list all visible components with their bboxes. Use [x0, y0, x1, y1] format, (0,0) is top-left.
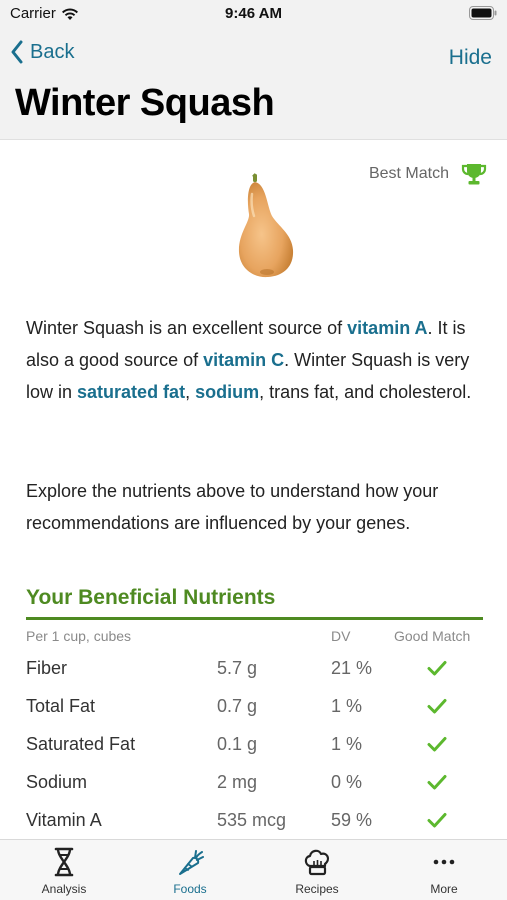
status-bar: Carrier 9:46 AM — [0, 0, 507, 30]
desc-text-1: Winter Squash is an excellent source of — [26, 318, 348, 338]
winter-squash-image — [238, 173, 294, 278]
nutrient-dv: 0 % — [331, 772, 363, 792]
carrot-icon — [179, 850, 204, 875]
check-icon — [427, 813, 447, 828]
nutrient-row[interactable]: Total Fat 0.7 g 1 % — [0, 696, 507, 734]
nutrient-row[interactable]: Saturated Fat 0.1 g 1 % — [0, 734, 507, 772]
tab-bar: Analysis Foods Recipes More — [0, 839, 507, 900]
serving-header: Per 1 cup, cubes — [26, 628, 132, 644]
nutrient-amount: 5.7 g — [217, 658, 258, 678]
vitamin-a-link[interactable]: vitamin A — [347, 318, 427, 338]
hide-button[interactable]: Hide — [449, 46, 492, 70]
nutrient-amount: 535 mcg — [217, 810, 287, 830]
back-label: Back — [30, 40, 75, 63]
chef-hat-icon — [304, 849, 330, 876]
nutrient-amount: 0.1 g — [217, 734, 258, 754]
best-match-badge: Best Match — [369, 162, 487, 186]
more-icon — [433, 859, 455, 865]
battery-icon — [469, 6, 497, 20]
desc-text-4: , — [185, 382, 196, 402]
vitamin-c-link[interactable]: vitamin C — [203, 350, 284, 370]
nutrient-name: Sodium — [26, 772, 88, 792]
food-description: Winter Squash is an excellent source of … — [26, 312, 486, 408]
check-icon — [427, 737, 447, 752]
nutrient-name: Fiber — [26, 658, 68, 678]
nutrient-dv: 59 % — [331, 810, 373, 830]
nutrients-title: Your Beneficial Nutrients — [26, 586, 276, 609]
tab-more[interactable]: More — [389, 846, 499, 900]
nutrient-row[interactable]: Sodium 2 mg 0 % — [0, 772, 507, 810]
nutrient-name: Total Fat — [26, 696, 96, 716]
nav-header: Back Hide Winter Squash — [0, 30, 507, 140]
section-divider — [26, 617, 483, 620]
check-icon — [427, 699, 447, 714]
trophy-icon — [461, 164, 487, 185]
tab-label: More — [430, 882, 458, 896]
chevron-left-icon — [11, 40, 23, 64]
page-title: Winter Squash — [15, 82, 275, 124]
tab-recipes[interactable]: Recipes — [262, 846, 372, 900]
nutrient-row[interactable]: Fiber 5.7 g 21 % — [0, 658, 507, 696]
nutrient-dv: 1 % — [331, 734, 363, 754]
status-time: 9:46 AM — [225, 5, 282, 22]
explore-text: Explore the nutrients above to understan… — [26, 481, 439, 533]
desc-text-5: , trans fat, and cholesterol. — [259, 382, 472, 402]
dv-header: DV — [331, 628, 351, 644]
nutrient-dv: 1 % — [331, 696, 363, 716]
nutrient-name: Saturated Fat — [26, 734, 136, 754]
check-icon — [427, 661, 447, 676]
back-button[interactable]: Back — [10, 40, 74, 64]
dna-icon — [54, 847, 74, 877]
tab-label: Recipes — [295, 882, 339, 896]
best-match-label: Best Match — [368, 165, 449, 182]
nutrient-amount: 2 mg — [217, 772, 258, 792]
nutrient-dv: 21 % — [331, 658, 373, 678]
sodium-link[interactable]: sodium — [195, 382, 259, 402]
check-icon — [427, 775, 447, 790]
nutrient-name: Vitamin A — [26, 810, 102, 830]
saturated-fat-link[interactable]: saturated fat — [77, 382, 185, 402]
nutrient-amount: 0.7 g — [217, 696, 258, 716]
tab-label: Analysis — [41, 882, 87, 896]
good-match-header: Good Match — [394, 628, 471, 644]
tab-label: Foods — [173, 882, 207, 896]
tab-foods[interactable]: Foods — [135, 846, 245, 900]
tab-analysis[interactable]: Analysis — [9, 846, 119, 900]
